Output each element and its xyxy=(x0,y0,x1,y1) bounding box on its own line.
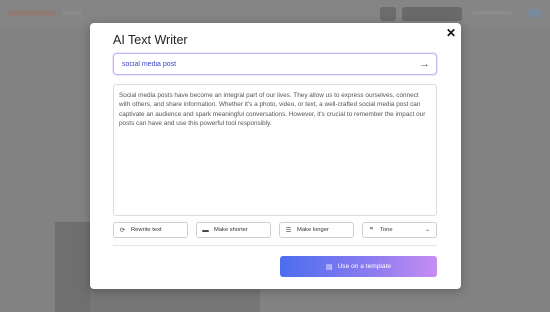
rewrite-text-button[interactable]: ⟳ Rewrite text xyxy=(113,222,188,238)
document-icon: ▤ xyxy=(325,263,333,271)
refresh-icon: ⟳ xyxy=(119,227,126,234)
make-longer-label: Make longer xyxy=(297,227,329,233)
prompt-field: → xyxy=(113,53,437,75)
rewrite-text-label: Rewrite text xyxy=(131,227,162,233)
lengthen-icon: ☰ xyxy=(285,227,292,234)
use-on-template-label: Use on a template xyxy=(337,263,392,270)
background-link xyxy=(472,11,512,15)
make-shorter-button[interactable]: ▬ Make shorter xyxy=(196,222,271,238)
make-longer-button[interactable]: ☰ Make longer xyxy=(279,222,354,238)
background-logo xyxy=(8,10,56,16)
close-icon[interactable]: ✕ xyxy=(444,26,458,40)
background-link xyxy=(528,9,542,17)
background-button xyxy=(402,7,462,21)
tone-label: Tone xyxy=(380,227,393,233)
tone-dropdown[interactable]: ❞ Tone ⌄ xyxy=(362,222,437,238)
chevron-down-icon: ⌄ xyxy=(424,227,430,233)
background-button xyxy=(380,7,396,21)
ai-text-writer-modal: AI Text Writer ✕ → Social media posts ha… xyxy=(90,23,461,289)
background-nav xyxy=(62,11,82,15)
use-on-template-button[interactable]: ▤ Use on a template xyxy=(280,256,437,277)
make-shorter-label: Make shorter xyxy=(214,227,248,233)
quote-icon: ❞ xyxy=(369,227,374,234)
modal-title: AI Text Writer xyxy=(113,33,188,47)
prompt-input[interactable] xyxy=(122,54,412,74)
action-bar: ⟳ Rewrite text ▬ Make shorter ☰ Make lon… xyxy=(113,222,437,238)
shorten-icon: ▬ xyxy=(202,226,209,234)
arrow-right-icon[interactable]: → xyxy=(419,57,430,71)
divider xyxy=(113,245,437,246)
background-panel xyxy=(55,222,90,312)
generated-text-area[interactable]: Social media posts have become an integr… xyxy=(113,84,437,216)
